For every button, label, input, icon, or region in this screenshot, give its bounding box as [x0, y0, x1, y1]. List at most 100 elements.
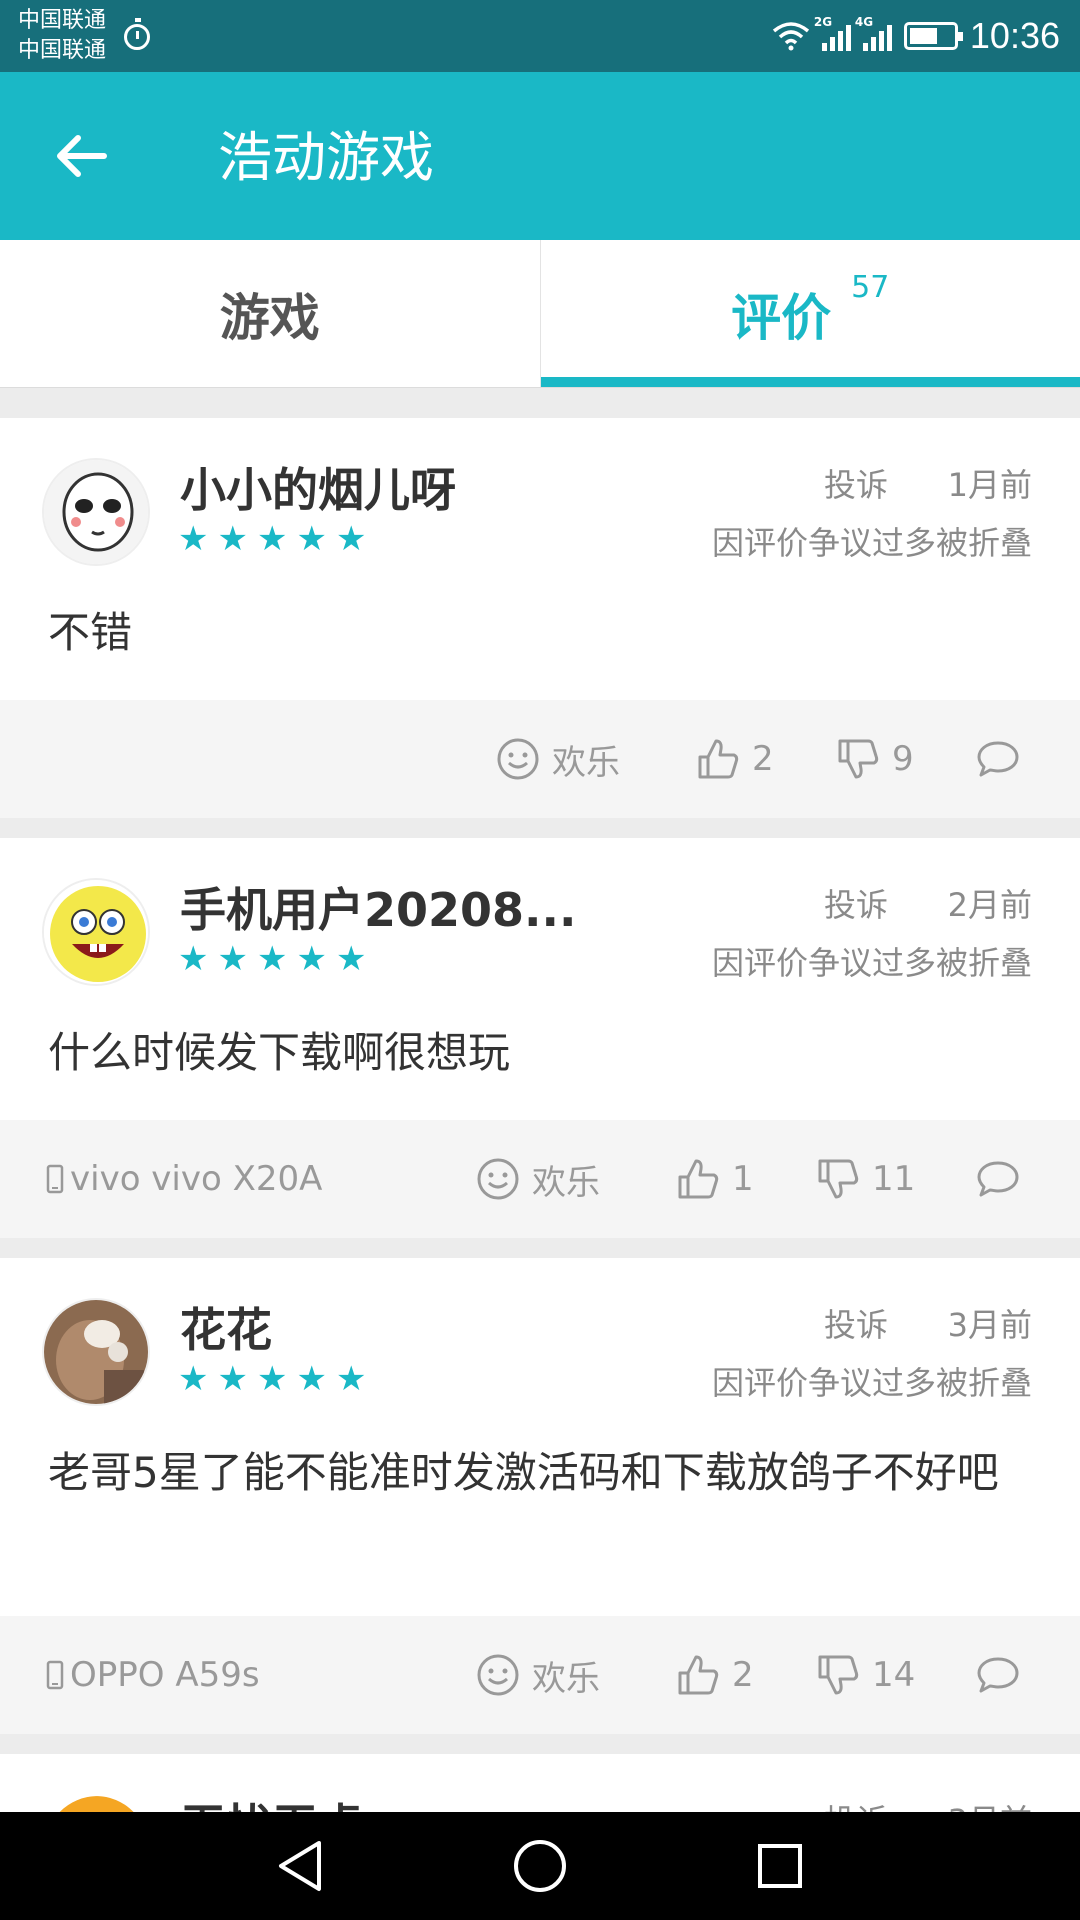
like-button[interactable]: 2: [696, 700, 774, 818]
complain-link[interactable]: 投诉: [824, 1300, 888, 1346]
star-icon: ★: [256, 519, 288, 559]
comment-icon: [977, 741, 1019, 777]
nav-back-button[interactable]: [268, 1834, 332, 1898]
triangle-back-icon: [279, 1841, 321, 1891]
dislike-button[interactable]: 9: [836, 700, 914, 818]
device-name: OPPO A59s: [70, 1655, 260, 1695]
mood-button[interactable]: 欢乐: [476, 1120, 600, 1238]
like-count: 2: [732, 1655, 754, 1695]
mood-label: 欢乐: [552, 742, 620, 783]
review-footer: vivo vivo X20A 欢乐 1 11: [0, 1120, 1080, 1238]
device-info: OPPO A59s: [46, 1616, 260, 1734]
page-title: 浩动游戏: [218, 126, 434, 189]
mood-button[interactable]: 欢乐: [496, 700, 620, 818]
review-content: 老哥5星了能不能准时发激活码和下载放鸽子不好吧: [48, 1448, 999, 1497]
back-button[interactable]: [40, 116, 120, 196]
dislike-button[interactable]: 14: [816, 1616, 915, 1734]
review-content: 什么时候发下载啊很想玩: [48, 1028, 511, 1077]
star-rating: ★ ★ ★ ★ ★: [178, 522, 366, 556]
star-icon: ★: [217, 519, 248, 559]
review-content: 不错: [48, 608, 133, 657]
signal-icon: 4G: [855, 15, 892, 51]
avatar[interactable]: [42, 1794, 150, 1812]
carrier-info: 中国联通 中国联通: [18, 6, 106, 66]
avatar[interactable]: [42, 458, 150, 566]
thumbs-up-icon: [698, 739, 739, 779]
review-count-badge: 57: [851, 270, 890, 305]
status-time: 10:36: [969, 15, 1060, 56]
mood-label: 欢乐: [532, 1162, 600, 1203]
star-icon: ★: [178, 939, 209, 979]
star-icon: ★: [178, 519, 209, 559]
battery-icon: [903, 22, 963, 50]
thumbs-up-icon: [678, 1655, 719, 1695]
review-item: 小小的烟儿呀 ★ ★ ★ ★ ★ 投诉 1月前 因评价争议过多被折叠 不错 欢乐 2 9: [0, 418, 1080, 818]
username[interactable]: 花花: [180, 1294, 272, 1360]
comment-icon: [977, 1161, 1019, 1197]
dislike-button[interactable]: 11: [816, 1120, 915, 1238]
comment-button[interactable]: [976, 1120, 1020, 1238]
nav-recents-button[interactable]: [748, 1834, 812, 1898]
phone-icon: [46, 1164, 64, 1194]
username[interactable]: 小小的烟儿呀: [180, 454, 456, 520]
username[interactable]: 无忧无虑: [180, 1790, 364, 1812]
review-footer: 欢乐 2 9: [0, 700, 1080, 818]
star-icon: ★: [256, 1359, 288, 1399]
nav-home-button[interactable]: [508, 1834, 572, 1898]
username[interactable]: 手机用户20208...: [180, 874, 576, 940]
like-button[interactable]: 2: [676, 1616, 754, 1734]
tab-bar: 游戏 评价 57: [0, 240, 1080, 388]
device-info: vivo vivo X20A: [46, 1120, 322, 1238]
tab-games[interactable]: 游戏: [0, 240, 540, 387]
review-time: 3月前: [948, 1796, 1032, 1812]
dislike-count: 11: [872, 1159, 916, 1199]
folded-note: 因评价争议过多被折叠: [711, 524, 1032, 562]
review-item: 无忧无虑 投诉 3月前: [0, 1754, 1080, 1812]
complain-link[interactable]: 投诉: [824, 460, 888, 506]
avatar[interactable]: [42, 878, 150, 986]
thumbs-up-icon: [678, 1159, 719, 1199]
arrow-back-icon: [57, 135, 107, 177]
star-icon: ★: [256, 939, 288, 979]
dislike-count: 14: [872, 1655, 916, 1695]
tab-label: 游戏: [219, 288, 320, 347]
review-time: 2月前: [947, 886, 1032, 924]
complain-link[interactable]: 投诉: [824, 880, 888, 926]
status-bar: 中国联通 中国联通 2G 4G 10:36: [0, 0, 1080, 72]
star-icon: ★: [335, 939, 367, 979]
star-icon: ★: [335, 519, 367, 559]
circle-home-icon: [514, 1840, 566, 1892]
tab-reviews[interactable]: 评价 57: [539, 240, 1080, 387]
star-rating: ★ ★ ★ ★ ★: [178, 1362, 366, 1396]
review-time: 1月前: [947, 466, 1032, 504]
app-bar: 浩动游戏: [0, 72, 1080, 240]
stopwatch-icon: [124, 18, 150, 50]
comment-button[interactable]: [976, 700, 1020, 818]
review-item: 花花 ★ ★ ★ ★ ★ 投诉 3月前 因评价争议过多被折叠 老哥5星了能不能准时发激活…: [0, 1258, 1080, 1734]
smile-icon: [497, 738, 539, 780]
star-icon: ★: [296, 1359, 327, 1399]
review-time: 3月前: [947, 1306, 1032, 1344]
avatar[interactable]: [42, 1298, 150, 1406]
system-nav-bar: [0, 1812, 1080, 1920]
complain-link[interactable]: 投诉: [824, 1796, 888, 1812]
folded-note: 因评价争议过多被折叠: [711, 1364, 1032, 1402]
star-icon: ★: [335, 1359, 367, 1399]
device-name: vivo vivo X20A: [70, 1159, 323, 1199]
tab-label: 评价: [731, 288, 832, 347]
star-icon: ★: [296, 939, 327, 979]
phone-icon: [46, 1660, 64, 1690]
like-button[interactable]: 1: [676, 1120, 754, 1238]
carrier-2: 中国联通: [18, 38, 107, 63]
review-footer: OPPO A59s 欢乐 2 14: [0, 1616, 1080, 1734]
smile-icon: [477, 1158, 519, 1200]
comment-button[interactable]: [976, 1616, 1020, 1734]
thumbs-down-icon: [818, 1655, 859, 1695]
mood-label: 欢乐: [532, 1658, 600, 1699]
folded-note: 因评价争议过多被折叠: [711, 944, 1032, 982]
signal-icon: 2G: [814, 15, 851, 51]
comment-icon: [977, 1657, 1019, 1693]
star-icon: ★: [217, 939, 248, 979]
mood-button[interactable]: 欢乐: [476, 1616, 600, 1734]
square-recents-icon: [758, 1844, 802, 1888]
